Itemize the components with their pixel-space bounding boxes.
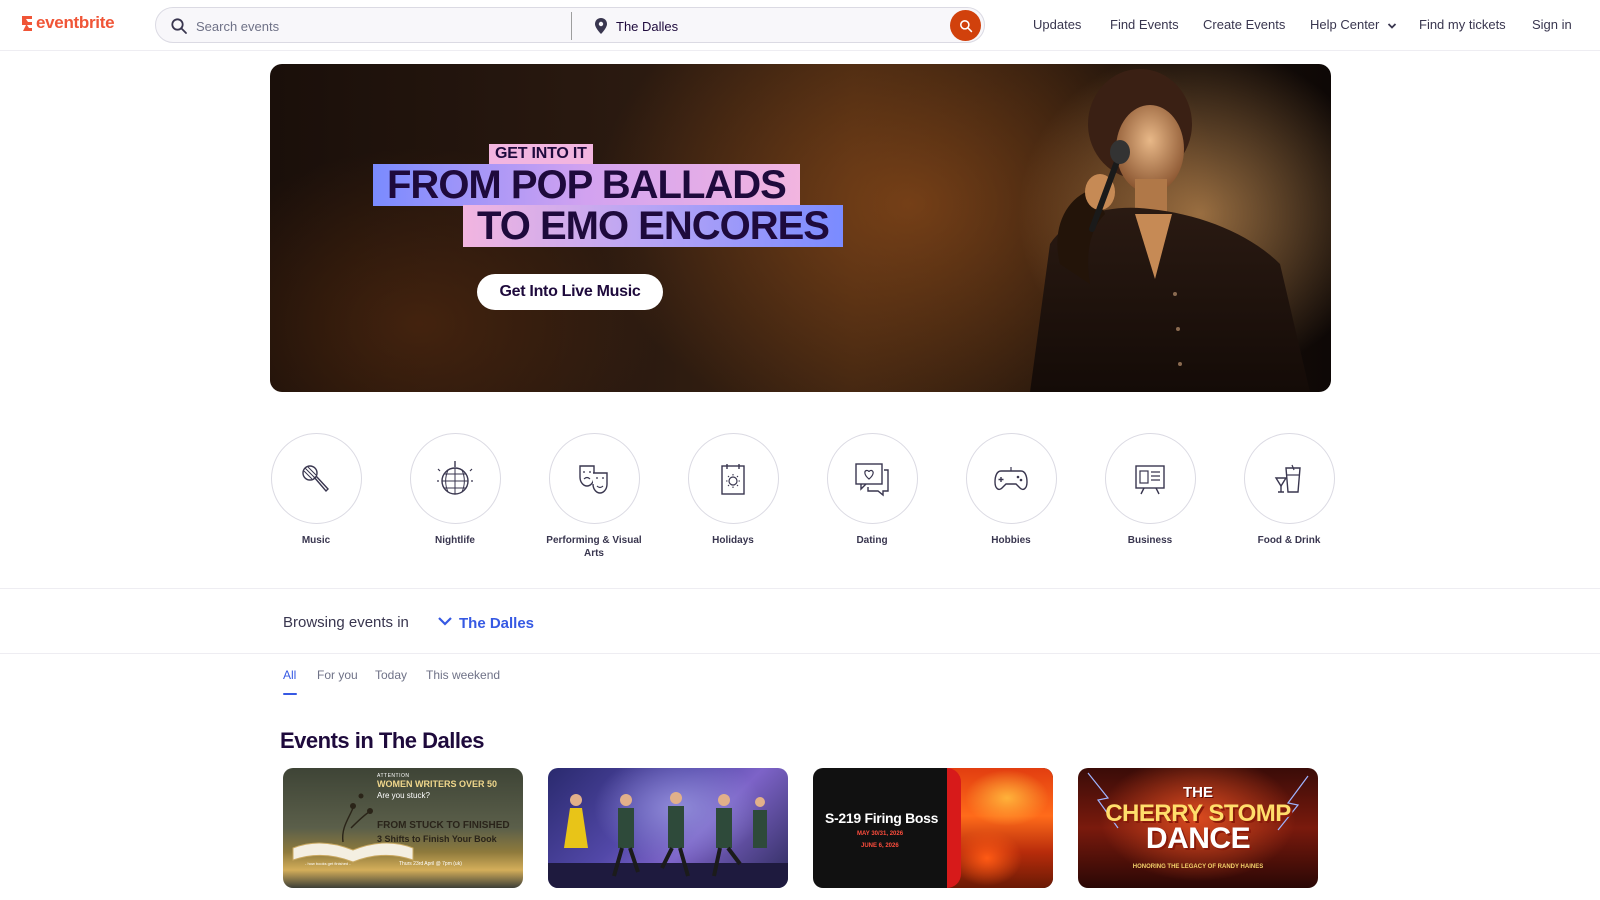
category-business[interactable]: Business xyxy=(1104,433,1196,547)
card-women-writers: WOMEN WRITERS OVER 50 xyxy=(377,779,498,789)
category-label: Business xyxy=(1127,535,1173,546)
event-card-image-2[interactable] xyxy=(548,768,788,888)
red-accent-shape xyxy=(947,768,961,888)
presentation-icon xyxy=(1135,464,1165,494)
location-input[interactable] xyxy=(616,14,916,38)
nav-updates[interactable]: Updates xyxy=(1033,17,1081,32)
category-holidays[interactable]: Holidays xyxy=(687,433,779,547)
nav-sign-in[interactable]: Sign in xyxy=(1532,17,1572,32)
category-circle xyxy=(409,433,501,524)
browse-location-bar: Browsing events in The Dalles xyxy=(0,588,1600,654)
search-submit-button[interactable] xyxy=(950,10,981,41)
card-honoring: HONORING THE LEGACY OF RANDY HAINES xyxy=(1132,864,1264,870)
card-date-1: MAY 30/31, 2026 xyxy=(857,831,904,837)
brand-name: eventbrite xyxy=(36,13,115,32)
category-label: Holidays xyxy=(712,535,754,546)
chevron-down-icon[interactable] xyxy=(437,615,453,627)
card-from-stuck: FROM STUCK TO FINISHED xyxy=(377,820,510,831)
category-dating[interactable]: Dating xyxy=(826,433,918,547)
category-circle xyxy=(548,433,640,524)
nav-create-events[interactable]: Create Events xyxy=(1203,17,1285,32)
card-title: S-219 Firing Boss xyxy=(825,810,939,826)
category-label: Nightlife xyxy=(435,535,475,546)
top-header: eventbrite Updates Find Events Create Ev… xyxy=(0,0,1600,51)
tab-today[interactable]: Today xyxy=(375,668,407,682)
category-label: Hobbies xyxy=(991,535,1031,546)
category-label: Performing & Visual Arts xyxy=(546,535,642,559)
card-date-2: JUNE 6, 2026 xyxy=(861,843,899,849)
card-are-you-stuck: Are you stuck? xyxy=(377,791,430,800)
search-icon xyxy=(959,19,972,32)
card-dance: DANCE xyxy=(1145,822,1251,855)
nav-find-events[interactable]: Find Events xyxy=(1110,17,1179,32)
search-icon xyxy=(171,18,187,34)
chat-heart-icon xyxy=(855,462,889,496)
drinks-icon xyxy=(1274,464,1301,493)
category-circle xyxy=(826,433,918,524)
event-card-image-1[interactable]: ATTENTION WOMEN WRITERS OVER 50 Are you … xyxy=(283,768,523,888)
event-card-image-3[interactable]: S-219 Firing Boss MAY 30/31, 2026 JUNE 6… xyxy=(813,768,1053,888)
hero-headline-line2: TO EMO ENCORES xyxy=(463,205,843,247)
category-circle xyxy=(965,433,1057,524)
active-tab-indicator xyxy=(283,693,297,695)
fire-graphic xyxy=(947,768,1053,888)
browse-label: Browsing events in xyxy=(283,614,409,631)
card-shifts: 3 Shifts to Finish Your Book xyxy=(377,834,497,844)
browse-city-selector[interactable]: The Dalles xyxy=(459,615,534,632)
category-circle xyxy=(1104,433,1196,524)
disco-ball-icon xyxy=(437,460,473,495)
category-music[interactable]: Music xyxy=(270,433,362,547)
gamepad-icon xyxy=(994,466,1028,490)
category-label: Food & Drink xyxy=(1257,535,1321,546)
eventbrite-logo[interactable]: eventbrite xyxy=(20,13,115,33)
tab-all[interactable]: All xyxy=(283,668,296,682)
chevron-down-icon xyxy=(1387,22,1397,29)
map-pin-icon xyxy=(595,18,607,34)
category-label: Music xyxy=(301,535,331,546)
search-divider xyxy=(571,12,572,40)
category-food-drink[interactable]: Food & Drink xyxy=(1243,433,1335,547)
category-circle xyxy=(687,433,779,524)
theater-masks-icon xyxy=(579,464,608,494)
hero-banner[interactable]: GET INTO IT FROM POP BALLADS TO EMO ENCO… xyxy=(270,64,1331,392)
search-bar xyxy=(155,7,985,43)
category-circle xyxy=(1243,433,1335,524)
category-label: Dating xyxy=(856,535,888,546)
nav-find-my-tickets[interactable]: Find my tickets xyxy=(1419,17,1506,32)
get-into-live-music-button[interactable]: Get Into Live Music xyxy=(477,274,663,310)
card-the: THE xyxy=(1183,784,1213,801)
category-nightlife[interactable]: Nightlife xyxy=(409,433,501,547)
nav-help-center[interactable]: Help Center xyxy=(1310,17,1397,32)
tab-for-you[interactable]: For you xyxy=(317,668,358,682)
calendar-sun-icon xyxy=(721,463,745,495)
hero-headline-line1: FROM POP BALLADS xyxy=(373,164,800,206)
microphone-icon xyxy=(302,464,329,492)
section-title: Events in The Dalles xyxy=(280,728,484,753)
category-performing-visual-arts[interactable]: Performing & Visual Arts xyxy=(546,433,642,560)
nav-help-center-label: Help Center xyxy=(1310,17,1380,32)
singer-photo xyxy=(1030,69,1310,392)
hero-tag: GET INTO IT xyxy=(489,144,593,164)
dancers-photo xyxy=(548,792,788,888)
category-hobbies[interactable]: Hobbies xyxy=(965,433,1057,547)
card-books-tagline: - how books get finished - xyxy=(305,861,351,866)
category-circle xyxy=(270,433,362,524)
eventbrite-logo-icon xyxy=(22,15,32,31)
tab-this-weekend[interactable]: This weekend xyxy=(426,668,500,682)
card-date: Thurs 23rd April @ 7pm (uk) xyxy=(399,861,462,867)
event-card-image-4[interactable]: THE CHERRY STOMP DANCE HONORING THE LEGA… xyxy=(1078,768,1318,888)
